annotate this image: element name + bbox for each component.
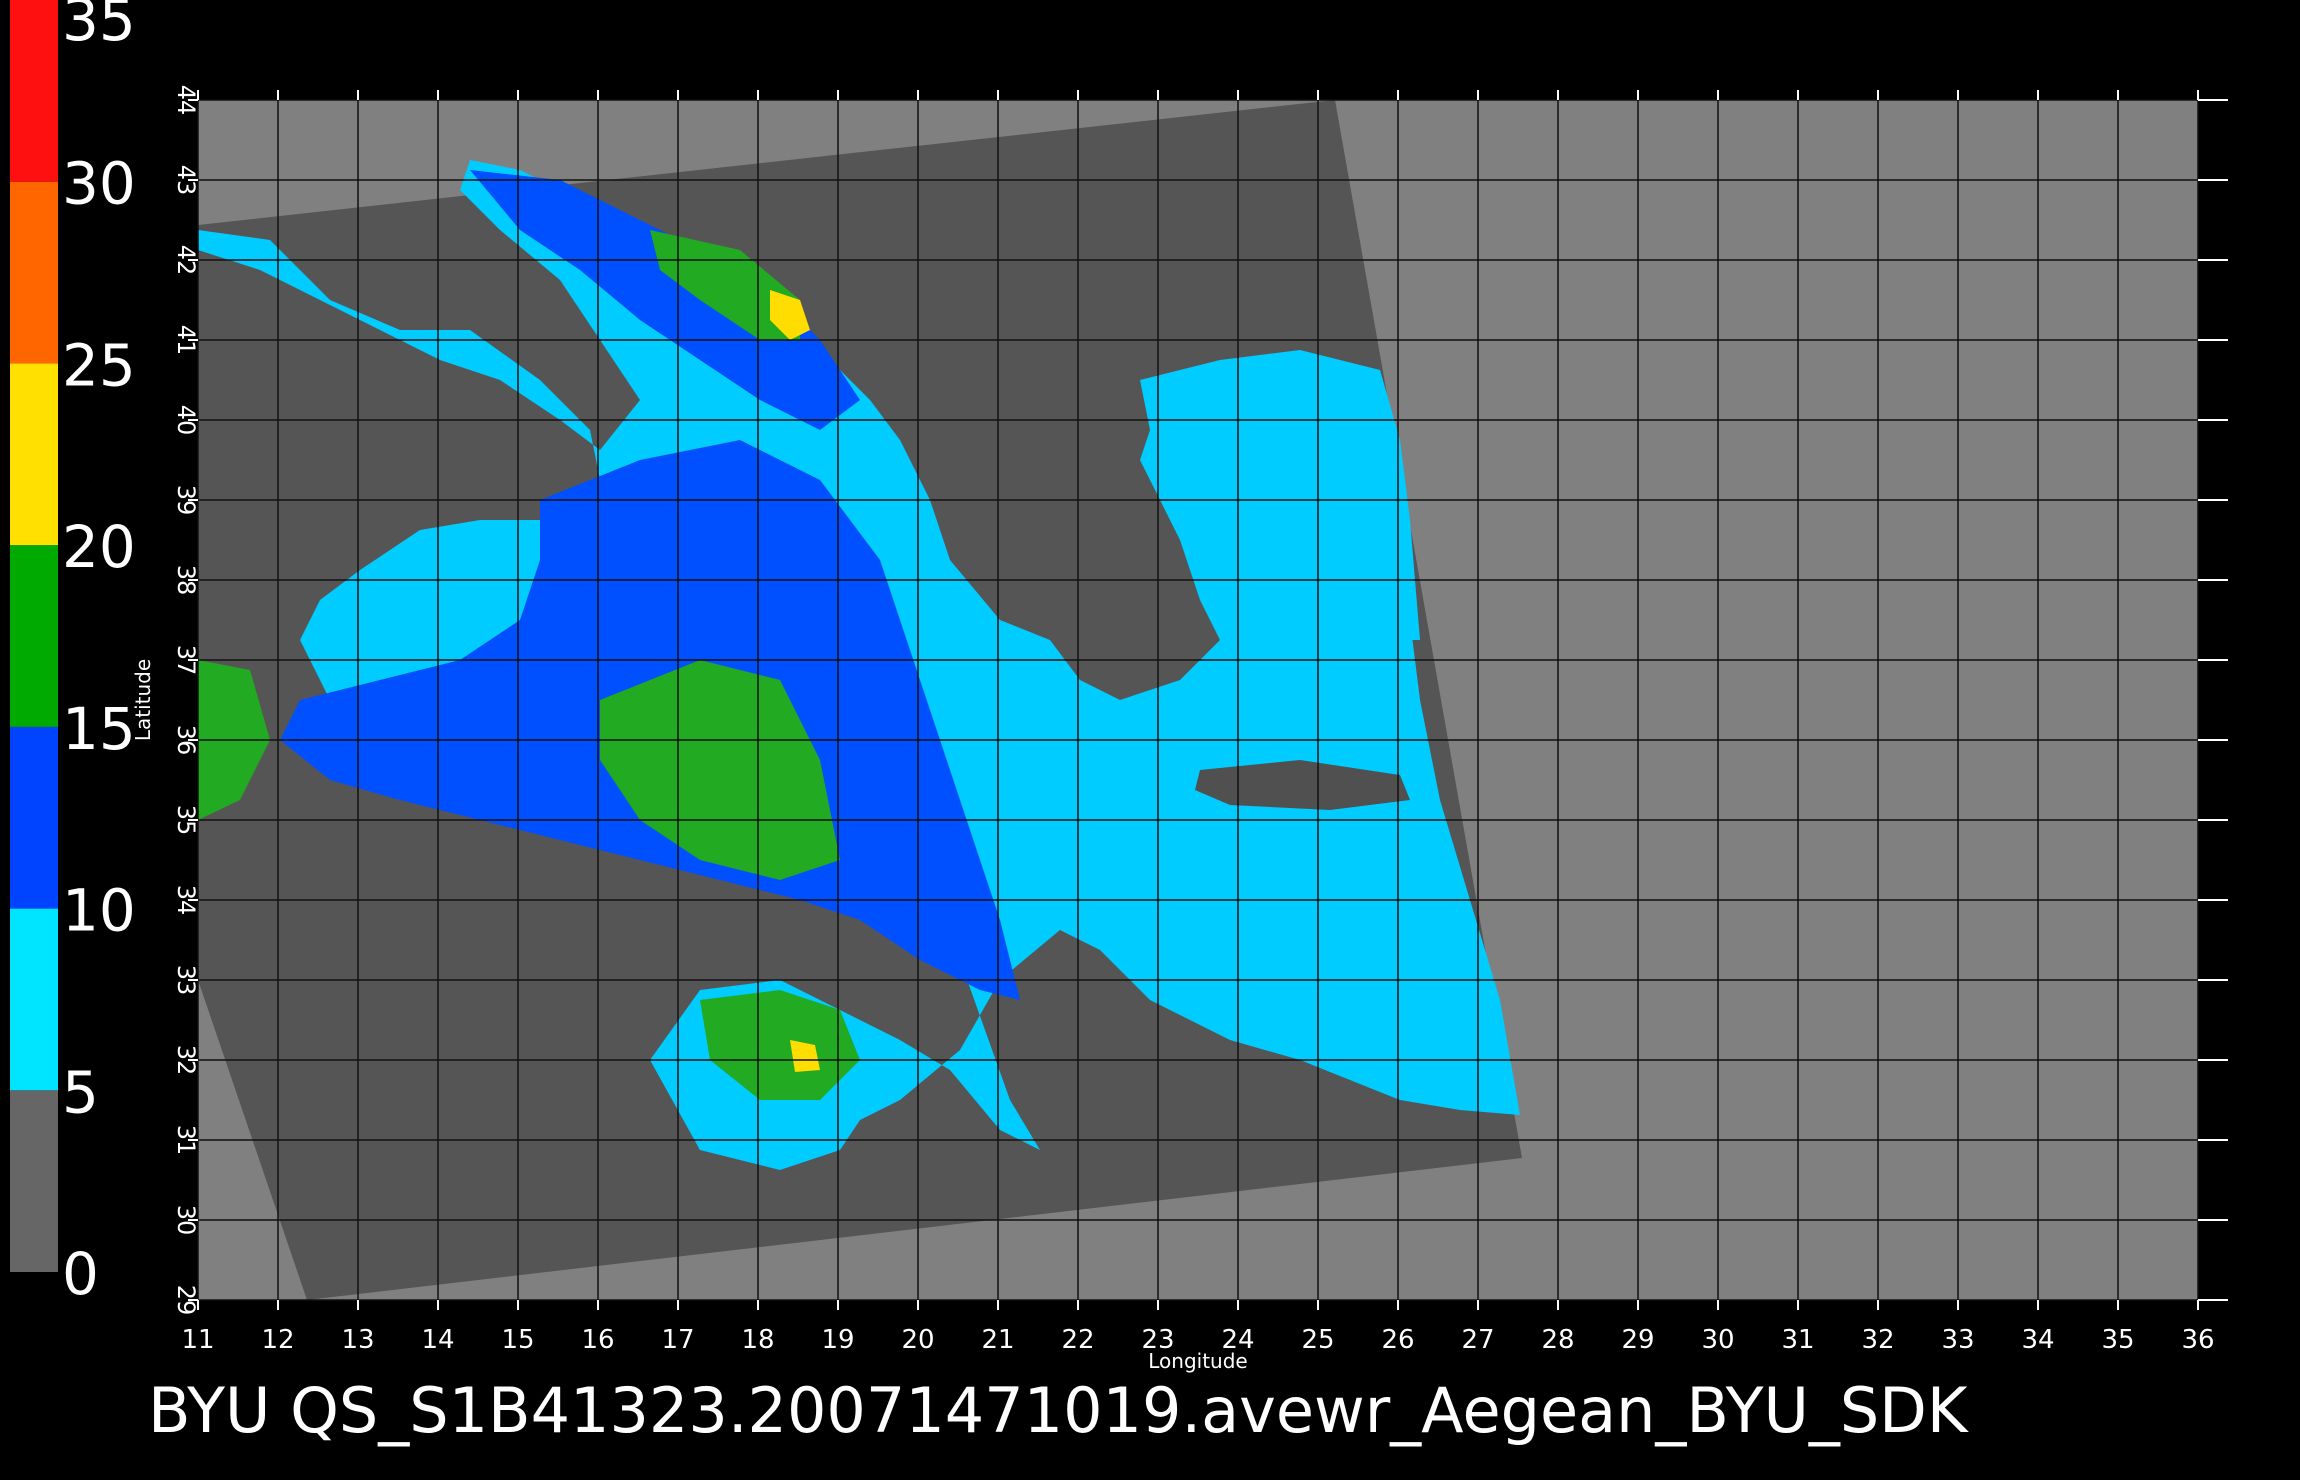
x-tick-label: 21 <box>981 1325 1014 1355</box>
colorbar-band <box>10 0 58 182</box>
y-tick-label: 44 <box>172 85 200 116</box>
colorbar-tick-label: 15 <box>62 695 136 763</box>
y-tick-label: 32 <box>172 1045 200 1076</box>
y-tick-label: 43 <box>172 165 200 196</box>
x-tick-label: 25 <box>1301 1325 1334 1355</box>
x-tick-label: 16 <box>581 1325 614 1355</box>
colorbar <box>10 0 58 1272</box>
colorbar-band <box>10 545 58 727</box>
x-tick-label: 12 <box>261 1325 294 1355</box>
colorbar-tick-label: 30 <box>62 150 136 218</box>
y-tick-label: 39 <box>172 485 200 516</box>
colorbar-tick-label: 10 <box>62 877 136 945</box>
colorbar-band <box>10 1090 58 1272</box>
y-tick-label: 35 <box>172 805 200 836</box>
y-axis-label: Latitude <box>131 659 155 741</box>
x-tick-label: 29 <box>1621 1325 1654 1355</box>
x-tick-label: 17 <box>661 1325 694 1355</box>
x-axis-label: Longitude <box>1148 1349 1247 1373</box>
y-tick-label: 31 <box>172 1125 200 1156</box>
x-tick-label: 19 <box>821 1325 854 1355</box>
y-tick-label: 29 <box>172 1285 200 1316</box>
colorbar-band <box>10 363 58 546</box>
colorbar-tick-label: 35 <box>62 0 136 54</box>
colorbar-tick-label: 5 <box>62 1058 99 1126</box>
x-tick-label: 13 <box>341 1325 374 1355</box>
y-tick-label: 33 <box>172 965 200 996</box>
colorbar-labels: 0 5 10 15 20 25 30 35 <box>62 0 136 1308</box>
x-tick-label: 34 <box>2021 1325 2054 1355</box>
x-tick-label: 30 <box>1701 1325 1734 1355</box>
x-tick-label: 11 <box>181 1325 214 1355</box>
y-tick-label: 36 <box>172 725 200 756</box>
x-tick-label: 22 <box>1061 1325 1094 1355</box>
chart-title: BYU QS_S1B41323.20071471019.avewr_Aegean… <box>148 1374 1969 1447</box>
y-tick-label: 38 <box>172 565 200 596</box>
x-tick-label: 14 <box>421 1325 454 1355</box>
x-tick-label: 18 <box>741 1325 774 1355</box>
y-tick-label: 41 <box>172 325 200 356</box>
x-tick-label: 26 <box>1381 1325 1414 1355</box>
wind-speed-map: 0 5 10 15 20 25 30 35 11 12 13 14 15 16 17 18 19 20 21 22 2… <box>10 0 2228 1447</box>
x-tick-label: 36 <box>2181 1325 2214 1355</box>
colorbar-band <box>10 908 58 1091</box>
y-tick-label: 30 <box>172 1205 200 1236</box>
x-tick-label: 20 <box>901 1325 934 1355</box>
x-tick-label: 33 <box>1941 1325 1974 1355</box>
y-tick-label: 37 <box>172 645 200 676</box>
x-tick-label: 15 <box>501 1325 534 1355</box>
colorbar-band <box>10 726 58 909</box>
y-tick-label: 34 <box>172 885 200 916</box>
x-tick-label: 35 <box>2101 1325 2134 1355</box>
x-tick-label: 27 <box>1461 1325 1494 1355</box>
x-tick-label: 28 <box>1541 1325 1574 1355</box>
colorbar-tick-label: 20 <box>62 513 136 581</box>
x-tick-label: 32 <box>1861 1325 1894 1355</box>
y-tick-label: 42 <box>172 245 200 276</box>
colorbar-band <box>10 181 58 364</box>
colorbar-tick-label: 25 <box>62 331 136 399</box>
x-tick-label: 31 <box>1781 1325 1814 1355</box>
colorbar-tick-label: 0 <box>62 1240 99 1308</box>
y-tick-label: 40 <box>172 405 200 436</box>
